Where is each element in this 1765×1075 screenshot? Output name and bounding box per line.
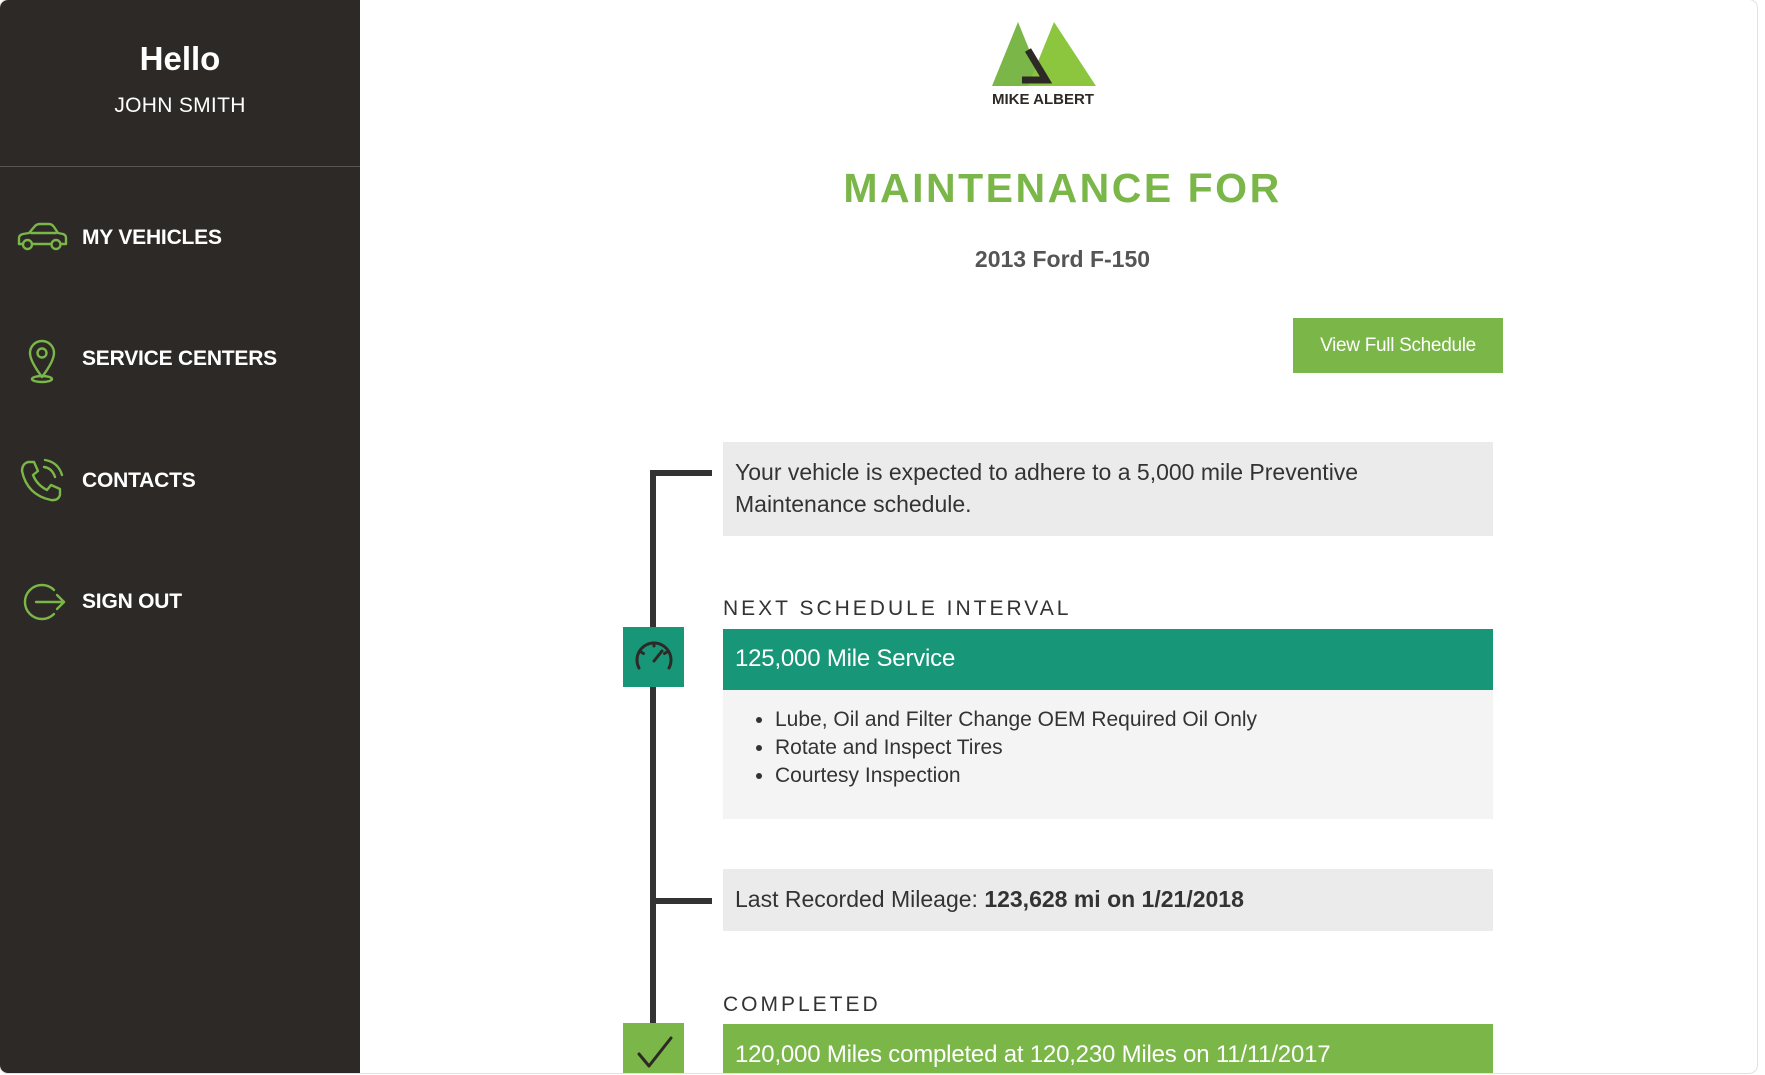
next-service-tasks: Lube, Oil and Filter Change OEM Required… — [723, 690, 1493, 819]
timeline-connector — [650, 898, 712, 904]
list-item: Courtesy Inspection — [775, 762, 1493, 790]
sign-out-icon — [16, 575, 72, 629]
sidebar: Hello JOHN SMITH MY VEHICLES SERVICE CEN… — [0, 0, 360, 1073]
sidebar-item-label: SIGN OUT — [82, 590, 182, 613]
mileage-box: Last Recorded Mileage: 123,628 mi on 1/2… — [723, 869, 1493, 931]
schedule-info-box: Your vehicle is expected to adhere to a … — [723, 442, 1493, 536]
sidebar-item-label: MY VEHICLES — [82, 226, 222, 249]
list-item: Rotate and Inspect Tires — [775, 734, 1493, 762]
vehicle-name: 2013 Ford F-150 — [974, 246, 1151, 272]
user-greeting: Hello JOHN SMITH — [0, 0, 360, 167]
view-full-schedule-button[interactable]: View Full Schedule — [1293, 318, 1503, 373]
next-service-title: 125,000 Mile Service — [735, 645, 956, 672]
logo-text: MIKE ALBERT — [992, 91, 1094, 108]
task-list: Lube, Oil and Filter Change OEM Required… — [723, 690, 1493, 790]
completed-heading: COMPLETED — [723, 993, 881, 1016]
greeting-text: Hello — [139, 40, 221, 77]
user-name: JOHN SMITH — [114, 94, 246, 117]
sidebar-item-sign-out[interactable]: SIGN OUT — [16, 575, 182, 629]
phone-icon — [16, 454, 72, 508]
speedometer-icon — [623, 627, 684, 687]
mileage-value: 123,628 mi on 1/21/2018 — [984, 886, 1244, 912]
completed-service-title: 120,000 Miles completed at 120,230 Miles… — [735, 1041, 1331, 1068]
sidebar-item-my-vehicles[interactable]: MY VEHICLES — [16, 211, 222, 265]
completed-service-bar: 120,000 Miles completed at 120,230 Miles… — [723, 1024, 1493, 1073]
page-title: MAINTENANCE FOR — [843, 165, 1282, 211]
checkmark-icon — [623, 1023, 684, 1073]
map-pin-icon — [16, 332, 72, 386]
company-logo: MIKE ALBERT — [988, 18, 1098, 114]
timeline-connector — [650, 470, 712, 476]
logo-mark — [992, 22, 1096, 86]
schedule-info-text: Your vehicle is expected to adhere to a … — [735, 459, 1359, 517]
mileage-text: Last Recorded Mileage: 123,628 mi on 1/2… — [735, 886, 1244, 913]
car-icon — [16, 211, 72, 265]
mileage-label: Last Recorded Mileage: — [735, 886, 985, 912]
timeline-line — [650, 470, 656, 1030]
sidebar-item-label: CONTACTS — [82, 469, 196, 492]
sidebar-item-contacts[interactable]: CONTACTS — [16, 454, 196, 508]
sidebar-item-label: SERVICE CENTERS — [82, 347, 277, 370]
next-service-bar: 125,000 Mile Service — [723, 629, 1493, 690]
list-item: Lube, Oil and Filter Change OEM Required… — [775, 706, 1493, 734]
app-window: Hello JOHN SMITH MY VEHICLES SERVICE CEN… — [0, 0, 1757, 1073]
sidebar-item-service-centers[interactable]: SERVICE CENTERS — [16, 332, 277, 386]
next-interval-heading: NEXT SCHEDULE INTERVAL — [723, 597, 1072, 620]
